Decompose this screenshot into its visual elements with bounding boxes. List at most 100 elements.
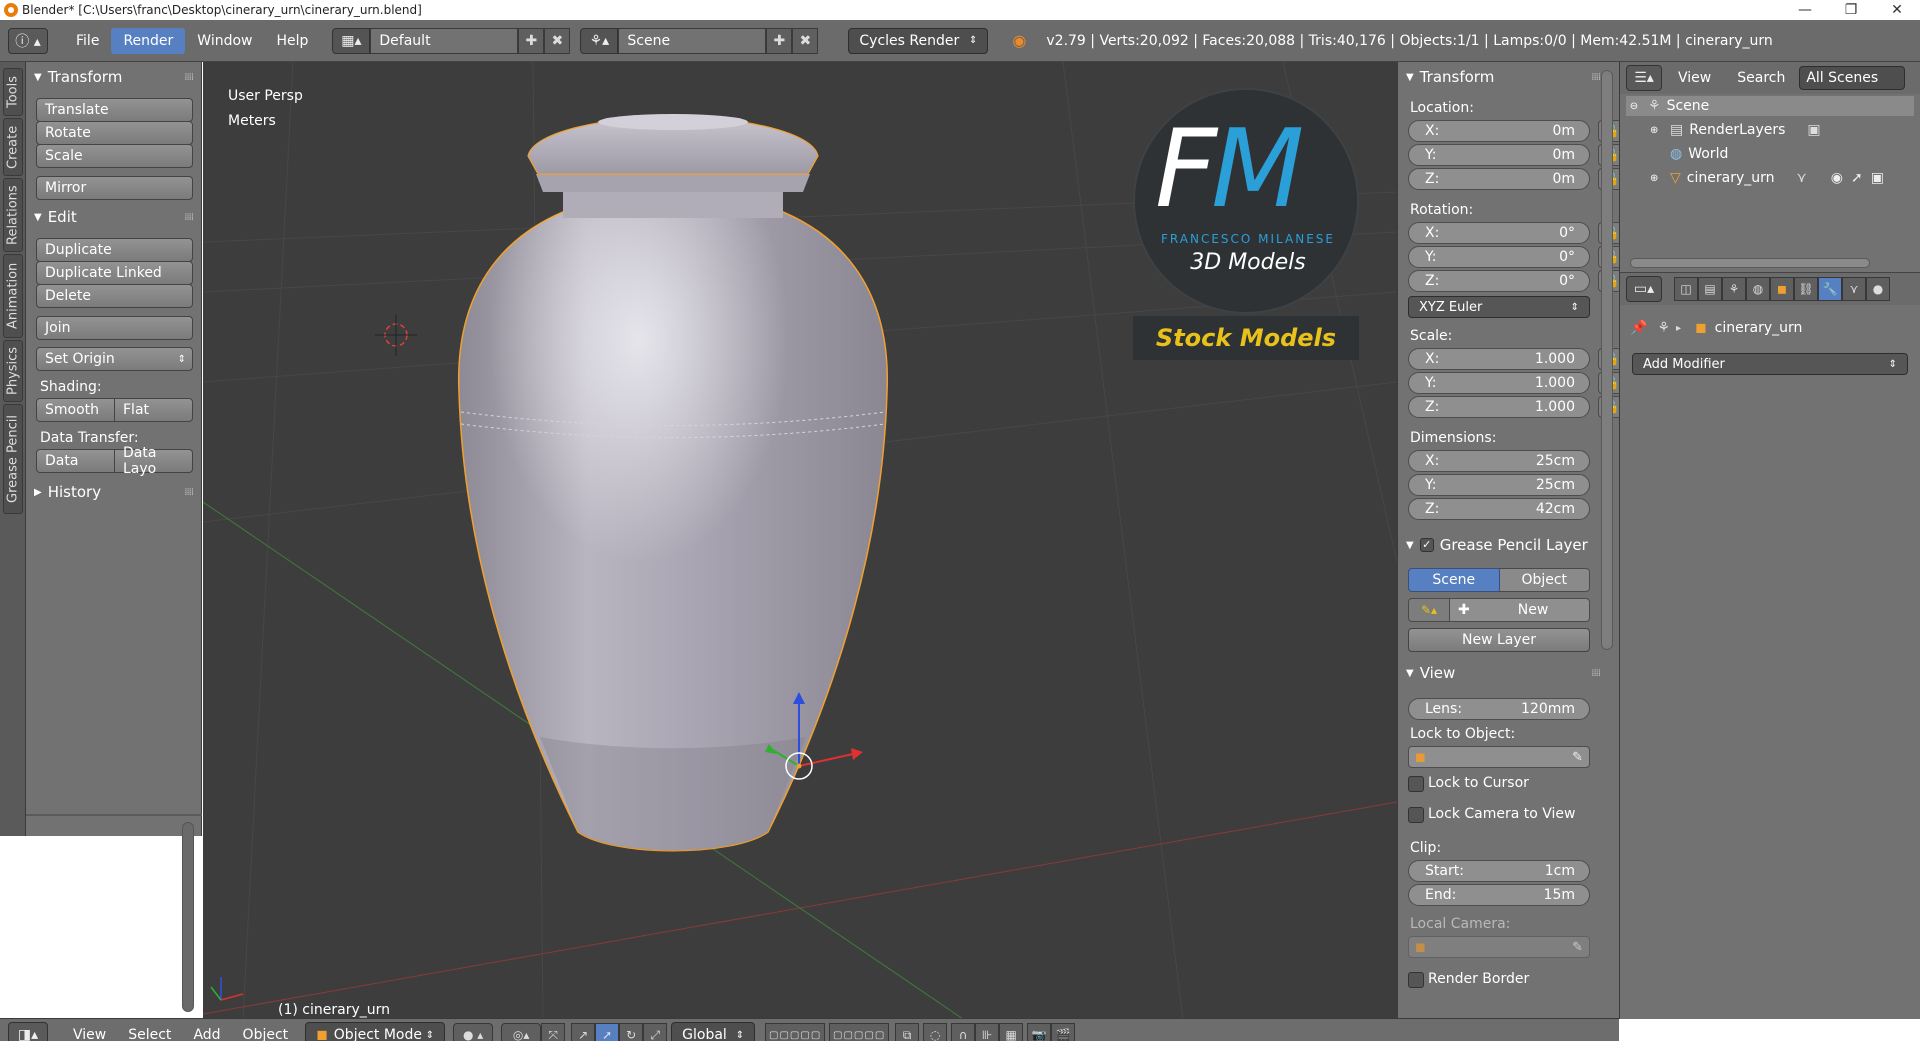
n-transform-header[interactable]: ▼ Transform ⁞⁞⁞⁞ (1398, 64, 1608, 90)
duplicate-linked-button[interactable]: Duplicate Linked (36, 261, 193, 285)
gp-scene-button[interactable]: Scene (1408, 568, 1500, 592)
mesh-data-icon[interactable]: ⋎ (1797, 170, 1807, 186)
scale-z-field[interactable]: Z: 1.000 (1408, 396, 1590, 418)
outliner-row-scene[interactable]: ⊖ ⚘ Scene (1626, 96, 1914, 116)
location-z-field[interactable]: Z: 0m (1408, 168, 1590, 190)
maximize-button[interactable]: ❐ (1828, 0, 1874, 20)
duplicate-button[interactable]: Duplicate (36, 238, 193, 262)
rotation-mode-dropdown[interactable]: XYZ Euler ⇕ (1408, 296, 1590, 318)
screen-layout-browse-button[interactable]: ▦▴ (332, 27, 371, 54)
outliner-scrollbar[interactable] (1630, 258, 1870, 268)
grip-icon[interactable]: ⁞⁞⁞⁞ (184, 212, 194, 223)
gp-object-button[interactable]: Object (1499, 568, 1590, 592)
layers-block-2-icon[interactable]: ▢▢▢▢▢ (829, 1023, 890, 1041)
tab-create[interactable]: Create (3, 118, 23, 176)
scene-field[interactable]: Scene (618, 27, 767, 54)
grip-icon[interactable]: ⁞⁞⁞⁞ (1591, 668, 1601, 679)
delete-button[interactable]: Delete (36, 284, 193, 308)
tool-shelf-scrollbar[interactable] (182, 822, 194, 1012)
material-tab-icon[interactable]: ● (1866, 277, 1890, 301)
delete-scene-button[interactable]: ✖ (792, 27, 819, 54)
outliner-editor-type-button[interactable]: ☰▴ (1626, 65, 1662, 91)
add-menu[interactable]: Add (182, 1027, 231, 1041)
location-x-field[interactable]: X: 0m (1408, 120, 1590, 142)
grease-pencil-layer-header[interactable]: ▼ ✓ Grease Pencil Layer (1398, 532, 1608, 558)
opengl-animation-icon[interactable]: 🎬 (1051, 1023, 1076, 1041)
expand-icon[interactable]: ⊕ (1650, 173, 1664, 184)
outliner-display-mode-dropdown[interactable]: All Scenes (1799, 66, 1906, 90)
close-button[interactable]: ✕ (1874, 0, 1920, 20)
add-screen-button[interactable]: ✚ (518, 27, 545, 54)
outliner-row-world[interactable]: ◍ World (1664, 144, 1728, 164)
delete-screen-button[interactable]: ✖ (544, 27, 571, 54)
mirror-button[interactable]: Mirror (36, 176, 193, 200)
pencil-icon[interactable]: ✎▴ (1408, 598, 1450, 622)
scale-button[interactable]: Scale (36, 144, 193, 168)
render-layers-tab-icon[interactable]: ▤ (1698, 277, 1722, 301)
tab-physics[interactable]: Physics (3, 340, 23, 402)
join-button[interactable]: Join (36, 316, 193, 340)
screen-layout-field[interactable]: Default (370, 27, 519, 54)
grip-icon[interactable]: ⁞⁞⁞⁞ (184, 72, 194, 83)
scale-manipulator-icon[interactable]: ⤢ (643, 1023, 668, 1041)
snap-target-icon[interactable]: ▦ (999, 1023, 1024, 1041)
collapse-icon[interactable]: ⊖ (1626, 101, 1642, 112)
3d-view-editor-type-button[interactable]: ◨▴ (8, 1022, 48, 1041)
tab-tools[interactable]: Tools (3, 68, 23, 116)
menu-render[interactable]: Render (111, 27, 186, 54)
grease-pencil-checkbox[interactable]: ✓ (1419, 538, 1434, 552)
scale-y-field[interactable]: Y: 1.000 (1408, 372, 1590, 394)
outliner-search-menu[interactable]: Search (1737, 70, 1785, 86)
minimize-button[interactable]: — (1782, 0, 1828, 20)
grip-icon[interactable]: ⁞⁞⁞⁞ (1591, 72, 1601, 83)
tab-grease-pencil[interactable]: Grease Pencil (3, 404, 23, 514)
translate-manipulator-icon[interactable]: ↗ (571, 1023, 596, 1041)
eyedropper-icon[interactable]: ✎ (1572, 750, 1583, 765)
modifiers-tab-icon[interactable]: 🔧 (1818, 277, 1842, 301)
snap-element-icon[interactable]: ⊪ (975, 1023, 1000, 1041)
manipulator-toggle-icon[interactable]: ⤧ (541, 1023, 566, 1041)
data-tab-icon[interactable]: ⋎ (1842, 277, 1866, 301)
constraints-tab-icon[interactable]: ⛓ (1794, 277, 1818, 301)
outliner-row-cinerary-urn[interactable]: ⊕ ▽ cinerary_urn ⋎ ◉ ➚ ▣ (1650, 168, 1920, 188)
lock-layers-icon[interactable]: ⧉ (895, 1023, 920, 1041)
world-tab-icon[interactable]: ◍ (1746, 277, 1770, 301)
object-menu[interactable]: Object (232, 1027, 300, 1041)
rotation-x-field[interactable]: X: 0° (1408, 222, 1590, 244)
cinerary-urn-model[interactable] (457, 114, 889, 852)
selectable-cursor-icon[interactable]: ➚ (1851, 170, 1863, 186)
rotation-z-field[interactable]: Z: 0° (1408, 270, 1590, 292)
3d-cursor[interactable] (375, 314, 417, 356)
pivot-point-dropdown[interactable]: ◎▴ (501, 1023, 542, 1041)
outliner-view-menu[interactable]: View (1678, 70, 1711, 86)
data-button[interactable]: Data (36, 449, 115, 473)
gp-new-button[interactable]: ✚ New (1450, 598, 1590, 622)
local-camera-field[interactable]: ◼ ✎ (1408, 936, 1590, 958)
opengl-render-icon[interactable]: 📷 (1027, 1023, 1052, 1041)
add-modifier-dropdown[interactable]: Add Modifier ⇕ (1632, 353, 1908, 375)
transform-orientation-dropdown[interactable]: Global ⇕ (671, 1022, 756, 1041)
rotate-manipulator-icon[interactable]: ↻ (619, 1023, 644, 1041)
grip-icon[interactable]: ⁞⁞⁞⁞ (184, 487, 194, 498)
set-origin-dropdown[interactable]: Set Origin ⇕ (36, 347, 193, 371)
tab-relations[interactable]: Relations (3, 178, 23, 252)
layers-block-1-icon[interactable]: ▢▢▢▢▢ (765, 1023, 826, 1041)
rotate-button[interactable]: Rotate (36, 121, 193, 145)
editor-type-info-button[interactable]: ⓘ ▴ (8, 27, 48, 54)
history-panel-header[interactable]: ▶ History ⁞⁞⁞⁞ (26, 479, 201, 505)
tab-animation[interactable]: Animation (3, 254, 23, 338)
translate-button[interactable]: Translate (36, 98, 193, 122)
viewport-shading-dropdown[interactable]: ● ▴ (453, 1023, 494, 1041)
rotation-y-field[interactable]: Y: 0° (1408, 246, 1590, 268)
render-tab-icon[interactable]: ◫ (1674, 277, 1698, 301)
n-panel-scrollbar[interactable] (1601, 70, 1613, 650)
transform-panel-header[interactable]: ▼ Transform ⁞⁞⁞⁞ (26, 64, 201, 90)
dimensions-y-field[interactable]: Y: 25cm (1408, 474, 1590, 496)
add-scene-button[interactable]: ✚ (766, 27, 793, 54)
pin-icon[interactable]: 📌 (1630, 320, 1647, 336)
location-y-field[interactable]: Y: 0m (1408, 144, 1590, 166)
lock-to-object-field[interactable]: ◼ ✎ (1408, 746, 1590, 768)
select-menu[interactable]: Select (117, 1027, 182, 1041)
data-layout-button[interactable]: Data Layo (115, 445, 193, 477)
scene-layers-grid-1[interactable]: ▢▢▢▢▢ (765, 1023, 826, 1041)
